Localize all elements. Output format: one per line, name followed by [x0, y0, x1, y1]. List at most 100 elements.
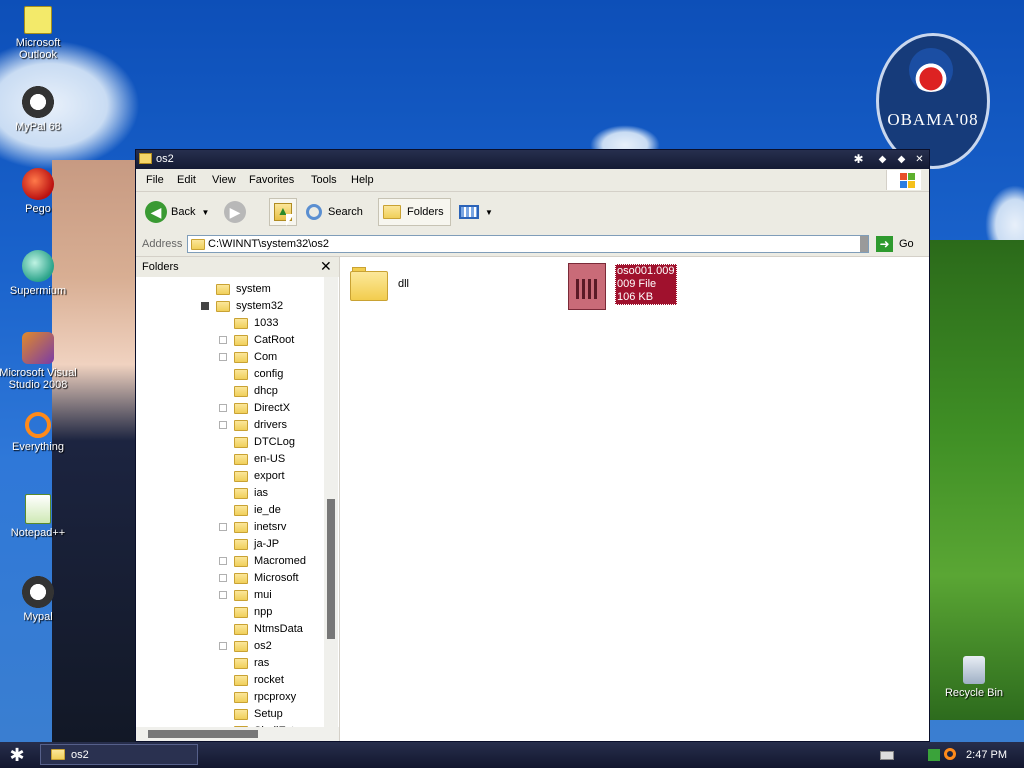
- pin-icon[interactable]: ✱: [852, 153, 865, 166]
- desktop-icon-mypal68[interactable]: MyPal 68: [0, 86, 78, 133]
- address-dropdown[interactable]: [860, 236, 868, 252]
- folder-icon: [234, 470, 248, 482]
- tree-item[interactable]: 1033: [219, 315, 278, 331]
- tree-item[interactable]: DirectX: [219, 400, 290, 416]
- views-button[interactable]: ▼: [459, 198, 493, 226]
- tree-item[interactable]: config: [219, 366, 283, 382]
- vertical-scrollbar[interactable]: [324, 277, 338, 727]
- tree-item-label: system32: [236, 300, 284, 312]
- tree-item[interactable]: ias: [219, 485, 268, 501]
- expand-toggle[interactable]: [219, 642, 227, 650]
- desktop-icon-mypal[interactable]: Mypal: [0, 576, 78, 623]
- folder-item[interactable]: [350, 267, 388, 301]
- folder-icon: [234, 555, 248, 567]
- minimize-button[interactable]: ◆: [876, 153, 889, 166]
- tree-item[interactable]: ie_de: [219, 502, 281, 518]
- tree-item[interactable]: Macromed: [219, 553, 306, 569]
- tree-item[interactable]: dhcp: [219, 383, 278, 399]
- toolbar: ◀ Back ▼ ▶ ▲ Search Folders ▼: [136, 192, 929, 235]
- tree-item[interactable]: export: [219, 468, 285, 484]
- keyboard-icon[interactable]: [880, 751, 894, 760]
- folder-icon: [234, 368, 248, 380]
- folders-button[interactable]: Folders: [378, 198, 451, 226]
- desktop-icon-label: MyPal 68: [15, 121, 61, 133]
- search-icon: [306, 204, 322, 220]
- everything-icon: [25, 412, 51, 438]
- tree-item[interactable]: NtmsData: [219, 621, 303, 637]
- tree-item[interactable]: system: [201, 281, 271, 297]
- tree-item-label: system: [236, 283, 271, 295]
- go-button[interactable]: ➜ Go: [876, 236, 914, 252]
- tree-item[interactable]: ja-JP: [219, 536, 279, 552]
- search-button[interactable]: Search: [306, 198, 363, 226]
- expand-toggle[interactable]: [219, 523, 227, 531]
- forward-button[interactable]: ▶: [224, 198, 250, 226]
- menu-tools[interactable]: Tools: [311, 174, 337, 186]
- tree-item[interactable]: Com: [219, 349, 277, 365]
- expand-toggle[interactable]: [219, 421, 227, 429]
- expand-toggle[interactable]: [219, 404, 227, 412]
- tree-item[interactable]: DTCLog: [219, 434, 295, 450]
- tree-item[interactable]: system32: [201, 298, 283, 314]
- menu-view[interactable]: View: [212, 174, 236, 186]
- tree-item[interactable]: ras: [219, 655, 269, 671]
- taskbar-item-os2[interactable]: os2: [40, 744, 198, 765]
- title-bar[interactable]: os2 ✱ ◆ ◆ ✕: [136, 150, 929, 169]
- network-icon[interactable]: [928, 749, 940, 761]
- desktop-icon-everything[interactable]: Everything: [0, 412, 78, 453]
- file-item-selected[interactable]: oso001.009 009 File 106 KB: [615, 264, 677, 305]
- scrollbar-thumb[interactable]: [327, 499, 335, 639]
- tree-item-label: os2: [254, 640, 272, 652]
- tree-item[interactable]: CatRoot: [219, 332, 294, 348]
- folder-item-label[interactable]: dll: [398, 278, 409, 290]
- address-input[interactable]: C:\WINNT\system32\os2: [187, 235, 869, 253]
- expand-toggle[interactable]: [219, 336, 227, 344]
- expand-toggle[interactable]: [219, 574, 227, 582]
- scrollbar-thumb[interactable]: [148, 730, 258, 738]
- start-button[interactable]: ✱: [4, 745, 30, 765]
- expand-toggle[interactable]: [219, 353, 227, 361]
- horizontal-scrollbar[interactable]: [136, 727, 339, 741]
- tree-item[interactable]: os2: [219, 638, 272, 654]
- address-label: Address: [142, 238, 183, 250]
- back-button[interactable]: ◀ Back ▼: [145, 198, 209, 226]
- close-icon[interactable]: ✕: [320, 258, 332, 275]
- close-button[interactable]: ✕: [913, 153, 926, 166]
- menu-favorites[interactable]: Favorites: [249, 174, 294, 186]
- menu-help[interactable]: Help: [351, 174, 374, 186]
- tree-item[interactable]: npp: [219, 604, 272, 620]
- folder-icon: [234, 504, 248, 516]
- tree-item-label: ras: [254, 657, 270, 669]
- tree-item[interactable]: Setup: [219, 706, 283, 722]
- tree-item-label: config: [254, 368, 284, 380]
- everything-icon[interactable]: [944, 748, 956, 760]
- menu-edit[interactable]: Edit: [177, 174, 196, 186]
- forward-arrow-icon: ▶: [224, 201, 246, 223]
- expand-toggle[interactable]: [201, 302, 209, 310]
- tree-item[interactable]: mui: [219, 587, 272, 603]
- desktop-icon-notepadpp[interactable]: Notepad++: [0, 494, 78, 539]
- tree-item-label: NtmsData: [254, 623, 303, 635]
- folder-icon: [234, 589, 248, 601]
- notepad-plus-plus-icon: [25, 494, 51, 524]
- desktop-icon-label: Mypal: [23, 611, 53, 623]
- tree-item[interactable]: drivers: [219, 417, 287, 433]
- menu-file[interactable]: File: [146, 174, 164, 186]
- expand-toggle[interactable]: [219, 557, 227, 565]
- maximize-button[interactable]: ◆: [895, 153, 908, 166]
- tree-item[interactable]: rpcproxy: [219, 689, 296, 705]
- clock[interactable]: 2:47 PM: [966, 749, 1007, 761]
- tree-item[interactable]: Microsoft: [219, 570, 299, 586]
- desktop-icon-supermium[interactable]: Supermium: [0, 250, 78, 297]
- folder-icon: [234, 606, 248, 618]
- desktop-icon-outlook[interactable]: Microsoft Outlook: [0, 6, 78, 61]
- tree-item[interactable]: rocket: [219, 672, 284, 688]
- desktop-icon-visual-studio[interactable]: Microsoft Visual Studio 2008: [0, 332, 78, 391]
- desktop-icon-recycle-bin[interactable]: Recycle Bin: [934, 656, 1014, 699]
- expand-toggle[interactable]: [219, 591, 227, 599]
- tree-item[interactable]: inetsrv: [219, 519, 286, 535]
- windows-logo-icon: [886, 170, 921, 190]
- desktop-icon-pego[interactable]: Pego: [0, 168, 78, 215]
- tree-item[interactable]: en-US: [219, 451, 285, 467]
- file-icon[interactable]: [568, 263, 606, 310]
